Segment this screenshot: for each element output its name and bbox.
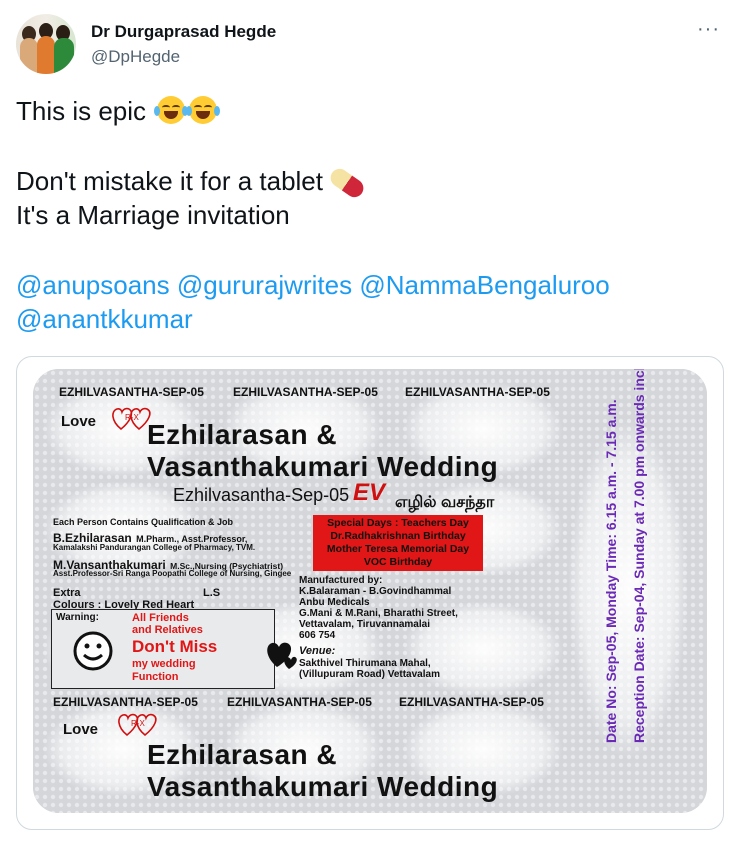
- special-day-line: VOC Birthday: [363, 556, 433, 568]
- avatar[interactable]: [16, 14, 76, 74]
- strip-text: EZHILVASANTHA-SEP-05: [399, 695, 544, 709]
- manufactured-line: G.Mani & M.Rani, Bharathi Street,: [299, 608, 458, 619]
- extra-label: Extra: [53, 587, 81, 599]
- mention-link[interactable]: @NammaBengaluroo: [359, 270, 609, 300]
- tweet-line-3: It's a Marriage invitation: [16, 200, 290, 230]
- rx-text: R-X: [125, 413, 139, 422]
- manufactured-line: Manufactured by:: [299, 575, 383, 586]
- author-name[interactable]: Dr Durgaprasad Hegde: [91, 22, 276, 42]
- venue-line: (Villupuram Road) Vettavalam: [299, 669, 440, 680]
- strip-text: EZHILVASANTHA-SEP-05: [233, 385, 378, 399]
- special-day-line: Special Days : Teachers Day: [327, 517, 469, 529]
- mention-link[interactable]: @anupsoans: [16, 270, 170, 300]
- warning-line: and Relatives: [132, 624, 203, 636]
- reception-line: Reception Date: Sep-04, Sunday at 7.00 p…: [631, 369, 647, 743]
- rx-text: R-X: [131, 719, 145, 728]
- tablet-strip-invitation: EZHILVASANTHA-SEP-05 EZHILVASANTHA-SEP-0…: [33, 369, 707, 813]
- date-time-line: Date No: Sep-05, Monday Time: 6.15 a.m. …: [603, 399, 619, 743]
- warning-line: my wedding: [132, 658, 196, 670]
- love-label: Love: [61, 413, 97, 430]
- qualification-header: Each Person Contains Qualification & Job: [53, 517, 234, 527]
- tamil-names: எழில் வசந்தா: [395, 494, 495, 511]
- strip-text: EZHILVASANTHA-SEP-05: [59, 385, 204, 399]
- special-days-box: Special Days : Teachers Day Dr.Radhakris…: [313, 515, 483, 571]
- tweet-text: This is epic Don't mistake it for a tabl…: [16, 94, 716, 336]
- wedding-title-line-2: Vasanthakumari Wedding: [147, 451, 499, 482]
- ev-logo: EV: [353, 479, 386, 506]
- rx-hearts-icon: R-X: [118, 713, 157, 737]
- bride-job: Asst.Professor-Sri Ranga Poopathi Colleg…: [53, 569, 292, 578]
- venue-line: Sakthivel Thirumana Mahal,: [299, 658, 431, 669]
- warning-line: Function: [132, 671, 179, 683]
- wedding-title-line-2: Vasanthakumari Wedding: [147, 771, 499, 802]
- warning-box: Warning: All Friends and Relatives Don't…: [51, 609, 275, 689]
- strip-text: EZHILVASANTHA-SEP-05: [53, 695, 198, 709]
- media-image[interactable]: EZHILVASANTHA-SEP-05 EZHILVASANTHA-SEP-0…: [16, 356, 724, 830]
- special-day-line: Mother Teresa Memorial Day: [326, 543, 470, 555]
- venue-label: Venue:: [299, 645, 336, 657]
- warning-line: All Friends: [132, 612, 189, 624]
- subtitle: Ezhilvasantha-Sep-05: [173, 485, 350, 505]
- love-label: Love: [63, 721, 99, 738]
- groom-college: Kamalakshi Pandurangan College of Pharma…: [53, 543, 256, 552]
- tweet-line-1: This is epic: [16, 96, 147, 126]
- pill-icon: [327, 165, 367, 201]
- heart-icon: [267, 642, 297, 669]
- mention-link[interactable]: @anantkkumar: [16, 304, 193, 334]
- tweet-line-2: Don't mistake it for a tablet: [16, 166, 323, 196]
- more-options-icon[interactable]: ···: [697, 18, 720, 41]
- warning-label: Warning:: [56, 612, 99, 623]
- laughing-crying-face-icon: [154, 96, 189, 124]
- manufactured-line: K.Balaraman - B.Govindhammal: [299, 586, 452, 597]
- manufactured-line: 606 754: [299, 630, 336, 641]
- strip-text: EZHILVASANTHA-SEP-05: [227, 695, 372, 709]
- mention-link[interactable]: @gururajwrites: [177, 270, 352, 300]
- special-day-line: Dr.Radhakrishnan Birthday: [330, 530, 466, 542]
- manufactured-line: Vettavalam, Tiruvannamalai: [299, 619, 430, 630]
- tweet-header: Dr Durgaprasad Hegde @DpHegde ···: [16, 14, 726, 78]
- author-handle[interactable]: @DpHegde: [91, 47, 180, 67]
- laughing-crying-face-icon: [186, 96, 221, 124]
- wedding-title-line-1: Ezhilarasan &: [147, 739, 338, 770]
- strip-text: EZHILVASANTHA-SEP-05: [405, 385, 550, 399]
- wedding-title-line-1: Ezhilarasan &: [147, 419, 338, 450]
- dont-miss-text: Don't Miss: [132, 637, 218, 656]
- smiley-face-icon: [73, 631, 113, 671]
- manufactured-line: Anbu Medicals: [299, 597, 370, 608]
- extra-value: L.S: [203, 587, 221, 599]
